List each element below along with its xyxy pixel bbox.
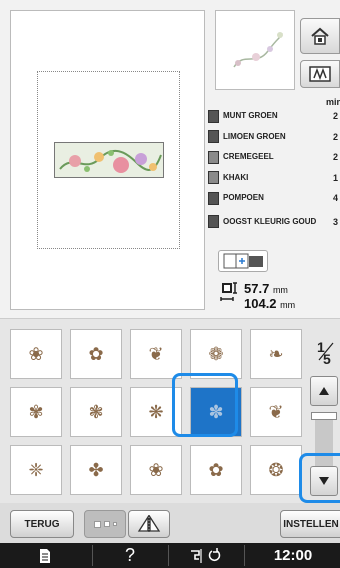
pattern-tile[interactable]: ❈ xyxy=(10,445,62,495)
color-minutes: 2 xyxy=(332,152,338,163)
mirror-icon xyxy=(137,515,161,533)
width-value: 104.2 mm xyxy=(244,296,296,311)
color-minutes: 1 xyxy=(332,172,338,183)
thread-color-icon xyxy=(309,66,331,82)
color-minutes: 3 xyxy=(332,216,338,227)
pattern-tile[interactable]: ✤ xyxy=(70,445,122,495)
embroidery-pattern-icon: ❋ xyxy=(148,401,164,422)
pattern-tile[interactable]: ❂ xyxy=(250,445,302,495)
scroll-thumb[interactable] xyxy=(311,412,337,420)
pattern-tile[interactable]: ❦ xyxy=(130,329,182,379)
document-icon xyxy=(40,548,50,563)
embroidery-pattern-icon: ❦ xyxy=(268,401,284,422)
threading-button[interactable] xyxy=(170,543,242,568)
clock: 12:00 xyxy=(246,543,340,568)
selection-highlight xyxy=(172,373,238,437)
thread-spool-icon xyxy=(208,215,219,228)
color-minutes: 4 xyxy=(332,193,338,204)
thumbnail-size-button[interactable] xyxy=(84,510,126,538)
embroidery-pattern-icon: ✾ xyxy=(28,401,44,422)
color-name: KHAKI xyxy=(223,172,249,182)
pattern-tile[interactable]: ❀ xyxy=(10,329,62,379)
embroidery-pattern-icon: ❧ xyxy=(268,343,284,364)
color-minutes: 2 xyxy=(332,131,338,142)
pattern-selection-grid: ❀ ✿ ❦ ❁ ❧ ✾ ❃ ❋ ✽ ❦ ❈ ✤ ❀ ✿ ❂ 1 5 xyxy=(0,318,340,503)
design-preview xyxy=(215,10,295,90)
thread-spool-icon xyxy=(208,171,219,185)
color-row: OOGST KLEURIG GOUD 3 xyxy=(208,209,340,235)
back-button[interactable]: TERUG xyxy=(10,510,74,538)
color-row: CREMEGEEL 2 xyxy=(208,147,340,168)
action-bar: TERUG INSTELLEN xyxy=(0,503,340,543)
height-value: 57.7 mm xyxy=(244,281,288,296)
threading-icon xyxy=(191,547,221,563)
home-icon xyxy=(311,27,329,45)
home-button[interactable] xyxy=(300,18,340,54)
color-row: KHAKI 1 xyxy=(208,168,340,189)
color-row: MUNT GROEN 2 xyxy=(208,106,340,127)
embroidery-pattern-icon: ❃ xyxy=(88,401,104,422)
pattern-tile[interactable]: ✿ xyxy=(190,445,242,495)
thumbnail-large-icon xyxy=(93,520,101,528)
pattern-tile[interactable]: ❦ xyxy=(250,387,302,437)
embroidery-pattern-icon: ❀ xyxy=(28,343,44,364)
clock-time: 12:00 xyxy=(273,547,313,564)
triangle-up-icon xyxy=(319,387,329,395)
thread-spool-icon xyxy=(208,130,219,144)
embroidery-pattern-icon: ❀ xyxy=(148,459,164,480)
embroidery-pattern-icon: ✿ xyxy=(208,459,224,480)
status-bar: ? 12:00 xyxy=(0,543,340,568)
floral-design-preview-icon xyxy=(233,32,283,68)
editing-area: min MUNT GROEN 2 LIMOEN GROEN 2 CREMEGEE… xyxy=(0,0,340,311)
mirror-button[interactable] xyxy=(128,510,170,538)
embroidery-frame xyxy=(10,10,205,310)
embroidery-pattern-icon: ❁ xyxy=(208,343,224,364)
scroll-down-highlight xyxy=(299,453,340,503)
embroidery-pattern-icon: ✿ xyxy=(88,343,104,364)
pattern-tile[interactable]: ❁ xyxy=(190,329,242,379)
scroll-up-button[interactable] xyxy=(310,376,338,406)
color-name: MUNT GROEN xyxy=(223,111,278,121)
embroidery-pattern-icon: ❈ xyxy=(28,459,44,480)
pattern-tile[interactable]: ❀ xyxy=(130,445,182,495)
thread-spool-icon xyxy=(208,191,219,205)
color-name: CREMEGEEL xyxy=(223,152,274,162)
size-icon xyxy=(220,282,237,301)
layout-icon xyxy=(218,250,268,272)
pattern-tile[interactable]: ❧ xyxy=(250,329,302,379)
color-name: LIMOEN GROEN xyxy=(223,131,286,141)
color-name: POMPOEN xyxy=(223,193,264,203)
thumbnail-small-icon xyxy=(112,522,117,526)
thread-display-button[interactable] xyxy=(300,60,340,88)
design-bounding-box xyxy=(37,71,180,249)
pattern-tile[interactable]: ✿ xyxy=(70,329,122,379)
pattern-tile[interactable]: ❃ xyxy=(70,387,122,437)
embroidery-pattern-icon: ❦ xyxy=(148,343,164,364)
embroidery-pattern-icon: ✤ xyxy=(88,459,104,480)
color-name: OOGST KLEURIG GOUD xyxy=(223,216,317,226)
help-button[interactable]: ? xyxy=(94,543,166,568)
color-row: LIMOEN GROEN 2 xyxy=(208,127,340,148)
design-preview-image xyxy=(54,142,164,178)
thread-color-list: MUNT GROEN 2 LIMOEN GROEN 2 CREMEGEEL 2 … xyxy=(208,106,340,235)
pattern-tile[interactable]: ✾ xyxy=(10,387,62,437)
document-button[interactable] xyxy=(0,543,90,568)
embroidery-pattern-icon: ❂ xyxy=(268,459,284,480)
thread-spool-icon xyxy=(208,150,219,164)
color-minutes: 2 xyxy=(332,111,338,122)
embroidery-selection-screen: min MUNT GROEN 2 LIMOEN GROEN 2 CREMEGEE… xyxy=(0,0,340,568)
thumbnail-medium-icon xyxy=(103,521,110,527)
thread-spool-icon xyxy=(208,109,219,123)
set-button[interactable]: INSTELLEN xyxy=(280,510,340,538)
page-total: 5 xyxy=(323,351,331,367)
color-row: POMPOEN 4 xyxy=(208,188,340,209)
